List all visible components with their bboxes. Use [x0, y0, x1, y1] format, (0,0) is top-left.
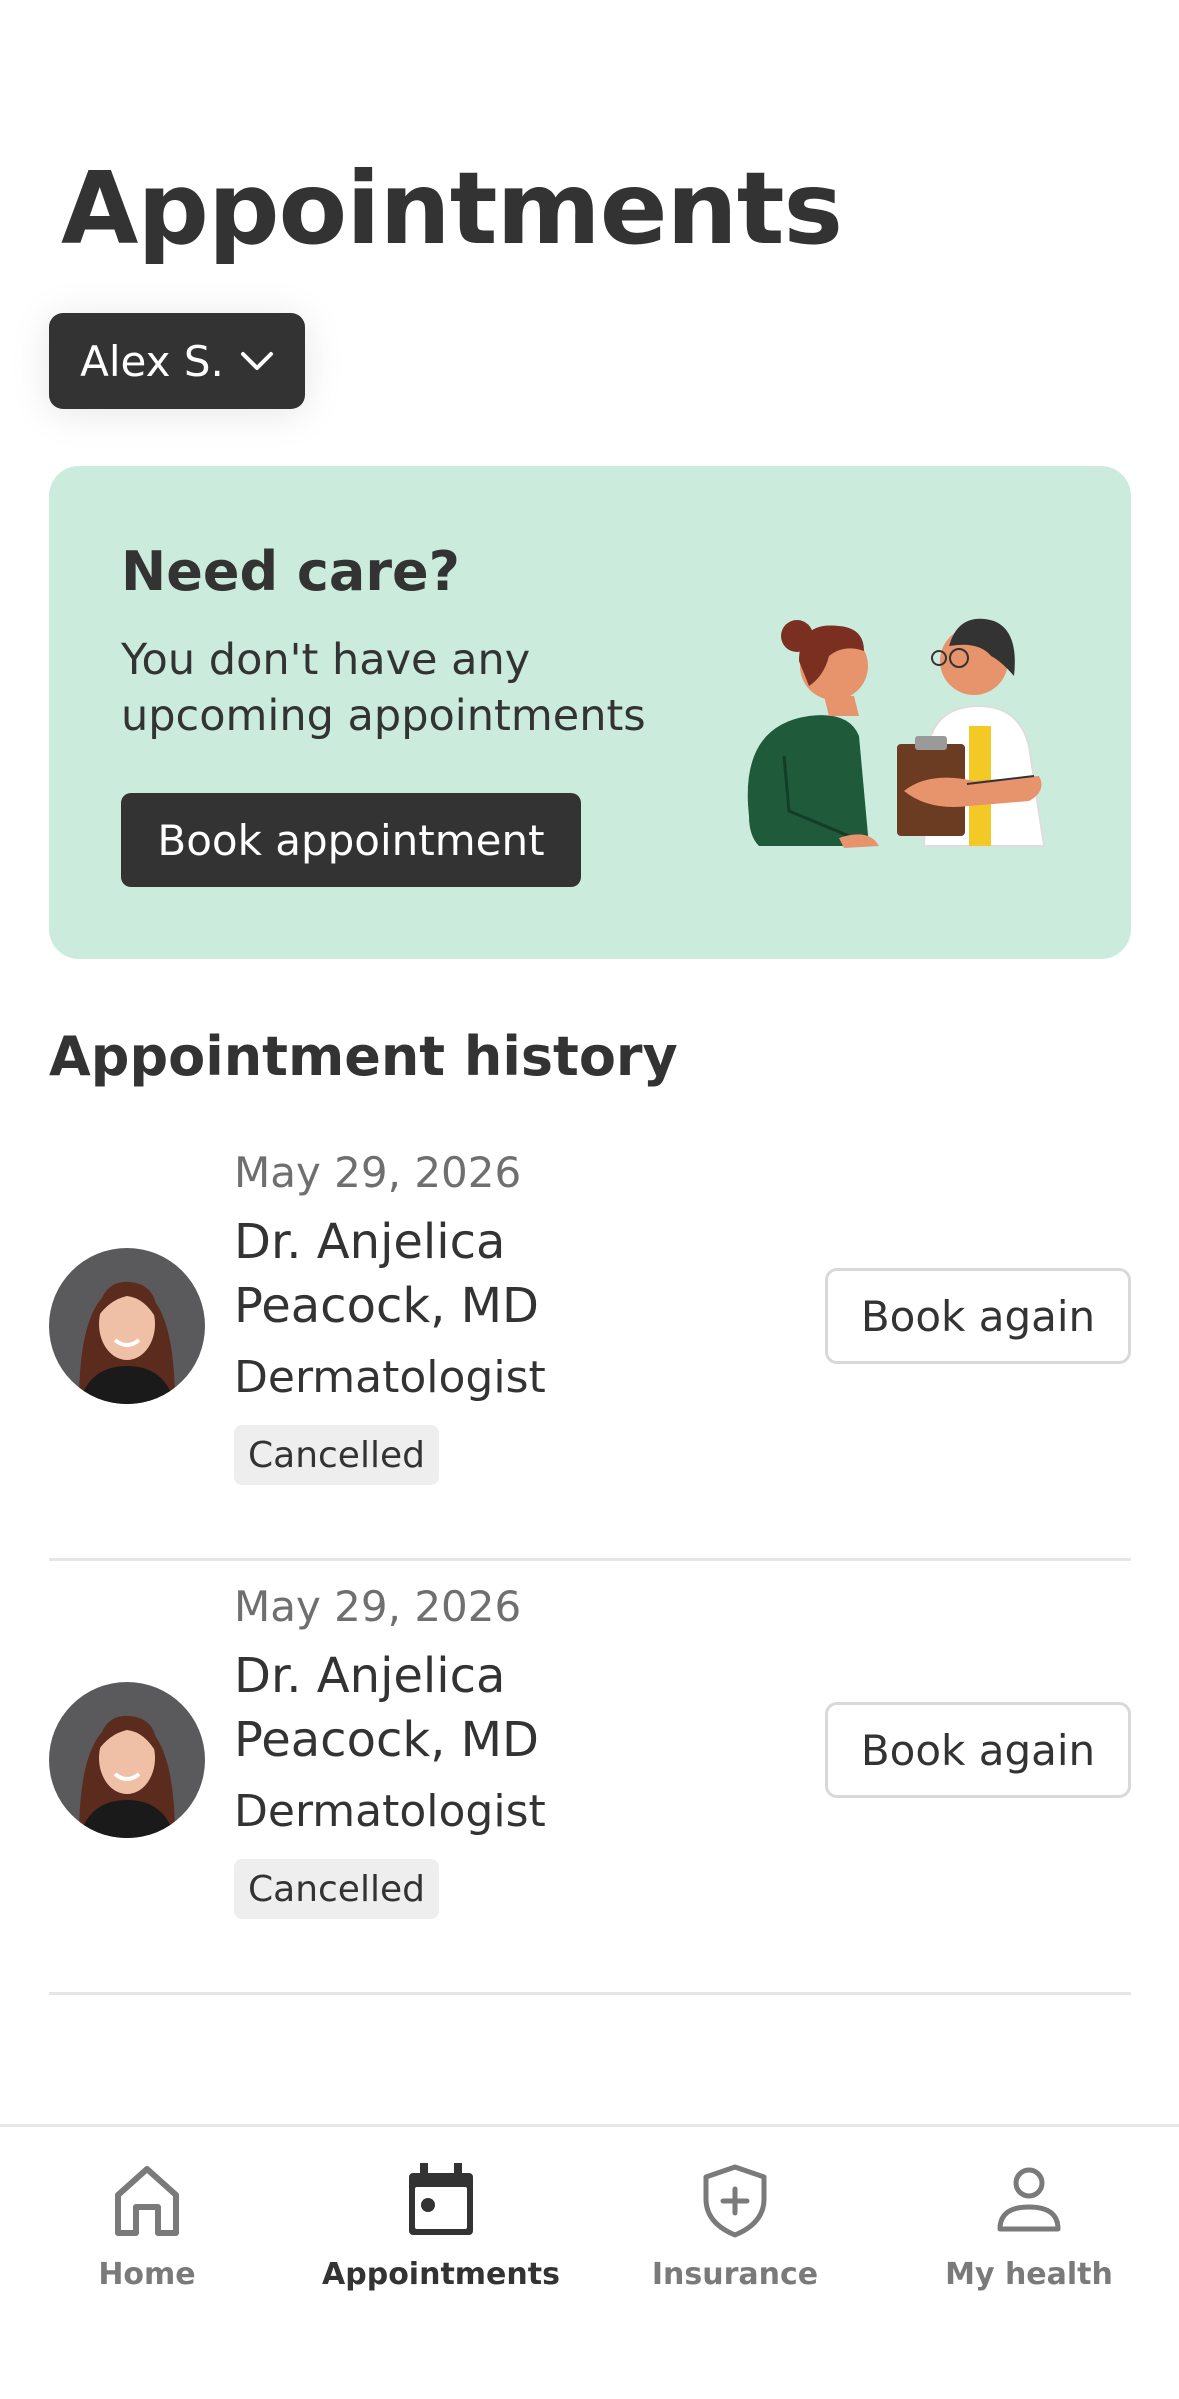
doctor-name: Dr. Anjelica Peacock, MD	[234, 1214, 540, 1334]
status-badge: Cancelled	[234, 1425, 439, 1485]
calendar-icon	[409, 2163, 473, 2235]
appointment-history-title: Appointment history	[49, 1025, 678, 1088]
doctor-avatar	[49, 1682, 205, 1838]
nav-item-appointments[interactable]: Appointments	[294, 2127, 588, 2347]
appointment-date: May 29, 2026	[234, 1582, 522, 1631]
nav-label: My health	[945, 2257, 1113, 2292]
bottom-navigation: Home Appointments Insurance My health	[0, 2124, 1179, 2399]
status-badge: Cancelled	[234, 1859, 439, 1919]
need-care-card: Need care? You don't have any upcoming a…	[49, 466, 1131, 959]
profile-name: Alex S.	[80, 336, 224, 386]
home-icon	[115, 2166, 179, 2236]
appointment-history-item: May 29, 2026 Dr. Anjelica Peacock, MD De…	[49, 1128, 1131, 1561]
nav-label: Insurance	[651, 2257, 819, 2292]
care-card-text: You don't have any upcoming appointments	[121, 635, 646, 741]
nav-item-my-health[interactable]: My health	[882, 2127, 1176, 2347]
nav-item-home[interactable]: Home	[0, 2127, 294, 2347]
book-appointment-button[interactable]: Book appointment	[121, 793, 581, 887]
person-icon	[997, 2167, 1061, 2232]
doctor-name: Dr. Anjelica Peacock, MD	[234, 1648, 540, 1768]
page-title: Appointments	[61, 150, 843, 267]
chevron-down-icon	[240, 352, 273, 370]
appointment-history-item: May 29, 2026 Dr. Anjelica Peacock, MD De…	[49, 1562, 1131, 1995]
nav-item-insurance[interactable]: Insurance	[588, 2127, 882, 2347]
profile-switcher-button[interactable]: Alex S.	[49, 313, 305, 409]
appointment-date: May 29, 2026	[234, 1148, 522, 1197]
doctor-specialty: Dermatologist	[234, 1786, 546, 1837]
doctor-patient-illustration	[747, 618, 1046, 848]
book-again-button[interactable]: Book again	[825, 1268, 1131, 1364]
doctor-avatar	[49, 1248, 205, 1404]
doctor-specialty: Dermatologist	[234, 1352, 546, 1403]
nav-label: Home	[98, 2257, 196, 2292]
care-card-title: Need care?	[121, 540, 460, 603]
book-again-button[interactable]: Book again	[825, 1702, 1131, 1798]
nav-label: Appointments	[322, 2257, 560, 2292]
shield-plus-icon	[703, 2164, 767, 2238]
